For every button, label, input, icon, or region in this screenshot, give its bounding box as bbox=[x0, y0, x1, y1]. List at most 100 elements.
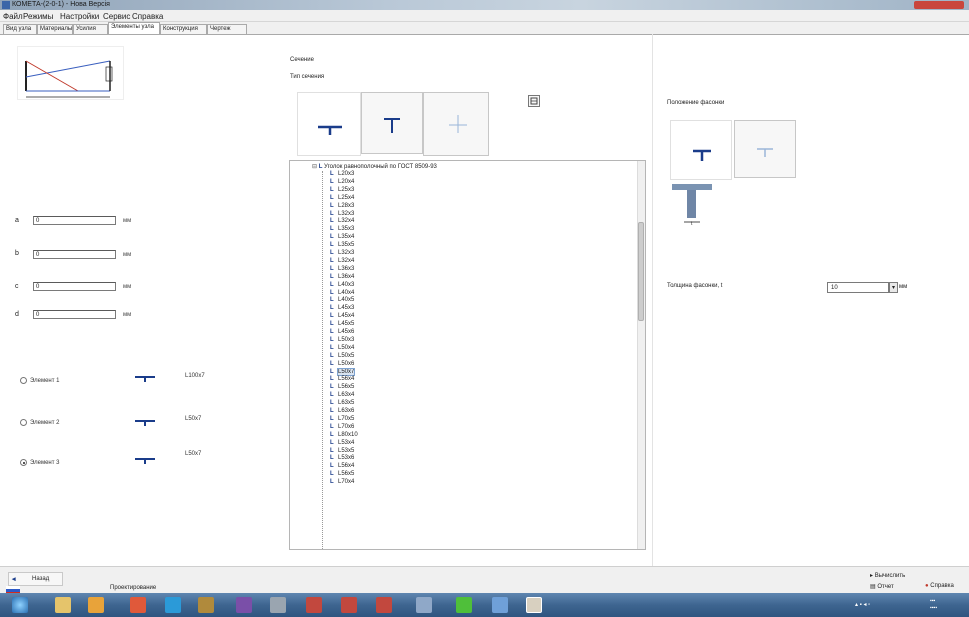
tree-item[interactable]: L L63x4 bbox=[330, 392, 354, 399]
element-1-radio[interactable] bbox=[20, 377, 27, 384]
active-app-icon[interactable] bbox=[526, 597, 542, 613]
tab-construction[interactable]: Конструкция bbox=[160, 24, 207, 34]
menu-modes[interactable]: Режимы bbox=[23, 12, 53, 21]
tree-item[interactable]: L L70x4 bbox=[330, 479, 354, 486]
tab-forces[interactable]: Усилия bbox=[73, 24, 108, 34]
tree-scrollbar[interactable] bbox=[637, 161, 645, 549]
tray-clock[interactable]: ▪▪▪ ▪▪▪▪ bbox=[930, 598, 937, 612]
tree-item-label: L20x4 bbox=[338, 178, 355, 185]
tree-item[interactable]: L L50x4 bbox=[330, 345, 354, 352]
tree-item[interactable]: L L63x5 bbox=[330, 400, 354, 407]
menu-service[interactable]: Сервис bbox=[103, 12, 130, 21]
tree-item[interactable]: L L63x6 bbox=[330, 408, 354, 415]
explorer-icon[interactable] bbox=[55, 597, 71, 613]
menu-file[interactable]: Файл bbox=[3, 12, 23, 21]
app-icon-8[interactable] bbox=[492, 597, 508, 613]
tree-item[interactable]: L L25x3 bbox=[330, 187, 354, 194]
param-a-input[interactable]: 0 bbox=[33, 216, 116, 225]
tree-item[interactable]: L L28x3 bbox=[330, 203, 354, 210]
calc-button[interactable]: ▸ Вычислить bbox=[870, 572, 905, 579]
profile-tree[interactable]: ⊟ L Уголок равнополочный по ГОСТ 8509-93… bbox=[289, 160, 646, 550]
media-player-icon[interactable] bbox=[88, 597, 104, 613]
param-b-label: b bbox=[15, 250, 19, 257]
tree-item[interactable]: L L32x3 bbox=[330, 211, 354, 218]
app-icon-7[interactable] bbox=[456, 597, 472, 613]
thickness-select[interactable]: 10 bbox=[827, 282, 889, 293]
tree-item[interactable]: L L53x4 bbox=[330, 440, 354, 447]
tree-item[interactable]: L L80x10 bbox=[330, 432, 358, 439]
element-2-radio[interactable] bbox=[20, 419, 27, 426]
gusset-profile-image: t bbox=[672, 184, 712, 226]
tree-item[interactable]: L L36x3 bbox=[330, 266, 354, 273]
table-view-icon[interactable] bbox=[528, 95, 540, 107]
skype-icon[interactable] bbox=[165, 597, 181, 613]
tree-item[interactable]: L L20x3 bbox=[330, 171, 354, 178]
tree-item[interactable]: L L45x3 bbox=[330, 305, 354, 312]
tree-item[interactable]: L L56x5 bbox=[330, 471, 354, 478]
angle-profile-icon: L bbox=[330, 297, 334, 304]
gusset-placement-top-button[interactable] bbox=[670, 120, 732, 180]
app-icon-1[interactable] bbox=[236, 597, 252, 613]
tree-item[interactable]: L L50x3 bbox=[330, 337, 354, 344]
angle-profile-icon: L bbox=[330, 242, 334, 249]
tree-item[interactable]: L L56x4 bbox=[330, 463, 354, 470]
start-button-icon[interactable] bbox=[12, 597, 28, 613]
tree-item[interactable]: L L40x5 bbox=[330, 297, 354, 304]
gusset-placement-alt-button[interactable] bbox=[734, 120, 796, 178]
element-1-label[interactable]: Элемент 1 bbox=[30, 378, 59, 384]
tree-item[interactable]: L L45x4 bbox=[330, 313, 354, 320]
section-type-tee-button[interactable] bbox=[297, 92, 361, 156]
tree-item[interactable]: L L40x4 bbox=[330, 290, 354, 297]
param-c-input[interactable]: 0 bbox=[33, 282, 116, 291]
tab-node-view[interactable]: Вид узла bbox=[3, 24, 37, 34]
tree-item[interactable]: L L56x4 bbox=[330, 376, 354, 383]
section-type-cross-button[interactable] bbox=[423, 92, 489, 156]
section-type-angle-pair-button[interactable] bbox=[361, 92, 423, 154]
param-b-input[interactable]: 0 bbox=[33, 250, 116, 259]
param-d-input[interactable]: 0 bbox=[33, 310, 116, 319]
window-controls[interactable] bbox=[914, 1, 964, 9]
tree-item[interactable]: L L45x6 bbox=[330, 329, 354, 336]
tab-drawing[interactable]: Чертеж bbox=[207, 24, 247, 34]
app-icon-3[interactable] bbox=[306, 597, 322, 613]
tree-item[interactable]: L L25x4 bbox=[330, 195, 354, 202]
tree-item[interactable]: L L50x5 bbox=[330, 353, 354, 360]
tree-item[interactable]: L L70x5 bbox=[330, 416, 354, 423]
report-button[interactable]: ▤ Отчет bbox=[870, 583, 894, 590]
element-2-label[interactable]: Элемент 2 bbox=[30, 420, 59, 426]
tree-item[interactable]: L L32x4 bbox=[330, 218, 354, 225]
tab-node-elements[interactable]: Элементы узла bbox=[108, 22, 160, 34]
tab-materials[interactable]: Материалы bbox=[37, 24, 73, 34]
tree-root-node[interactable]: ⊟ L Уголок равнополочный по ГОСТ 8509-93 bbox=[312, 163, 437, 170]
app-icon-4[interactable] bbox=[341, 597, 357, 613]
menu-settings[interactable]: Настройки bbox=[60, 12, 99, 21]
tree-item[interactable]: L L36x4 bbox=[330, 274, 354, 281]
tree-item[interactable]: L L50x7 bbox=[330, 367, 356, 376]
tree-item[interactable]: L L35x5 bbox=[330, 242, 354, 249]
app-icon-2[interactable] bbox=[270, 597, 286, 613]
tree-item[interactable]: L L70x6 bbox=[330, 424, 354, 431]
element-3-radio[interactable] bbox=[20, 459, 27, 466]
menu-help[interactable]: Справка bbox=[132, 12, 163, 21]
ai-icon[interactable] bbox=[198, 597, 214, 613]
thickness-dropdown-arrow[interactable]: ▾ bbox=[889, 282, 898, 293]
help-button[interactable]: ● Справка bbox=[925, 583, 954, 589]
app-icon-6[interactable] bbox=[416, 597, 432, 613]
tree-item[interactable]: L L50x6 bbox=[330, 361, 354, 368]
back-button[interactable]: ◂ Назад bbox=[8, 572, 63, 586]
tree-item[interactable]: L L32x4 bbox=[330, 258, 354, 265]
tree-item[interactable]: L L32x3 bbox=[330, 250, 354, 257]
tree-scrollbar-thumb[interactable] bbox=[638, 222, 644, 321]
app-icon-5[interactable] bbox=[376, 597, 392, 613]
tree-item[interactable]: L L35x4 bbox=[330, 234, 354, 241]
tree-item[interactable]: L L40x3 bbox=[330, 282, 354, 289]
firefox-icon[interactable] bbox=[130, 597, 146, 613]
tree-item[interactable]: L L53x6 bbox=[330, 455, 354, 462]
tree-item[interactable]: L L35x3 bbox=[330, 226, 354, 233]
element-3-label[interactable]: Элемент 3 bbox=[30, 460, 59, 466]
tree-item[interactable]: L L53x5 bbox=[330, 448, 354, 455]
tree-item[interactable]: L L20x4 bbox=[330, 179, 354, 186]
tree-item[interactable]: L L45x5 bbox=[330, 321, 354, 328]
tree-item[interactable]: L L56x5 bbox=[330, 384, 354, 391]
tray-icons[interactable]: ▴ ▪ ◂ ▫ bbox=[855, 601, 870, 608]
